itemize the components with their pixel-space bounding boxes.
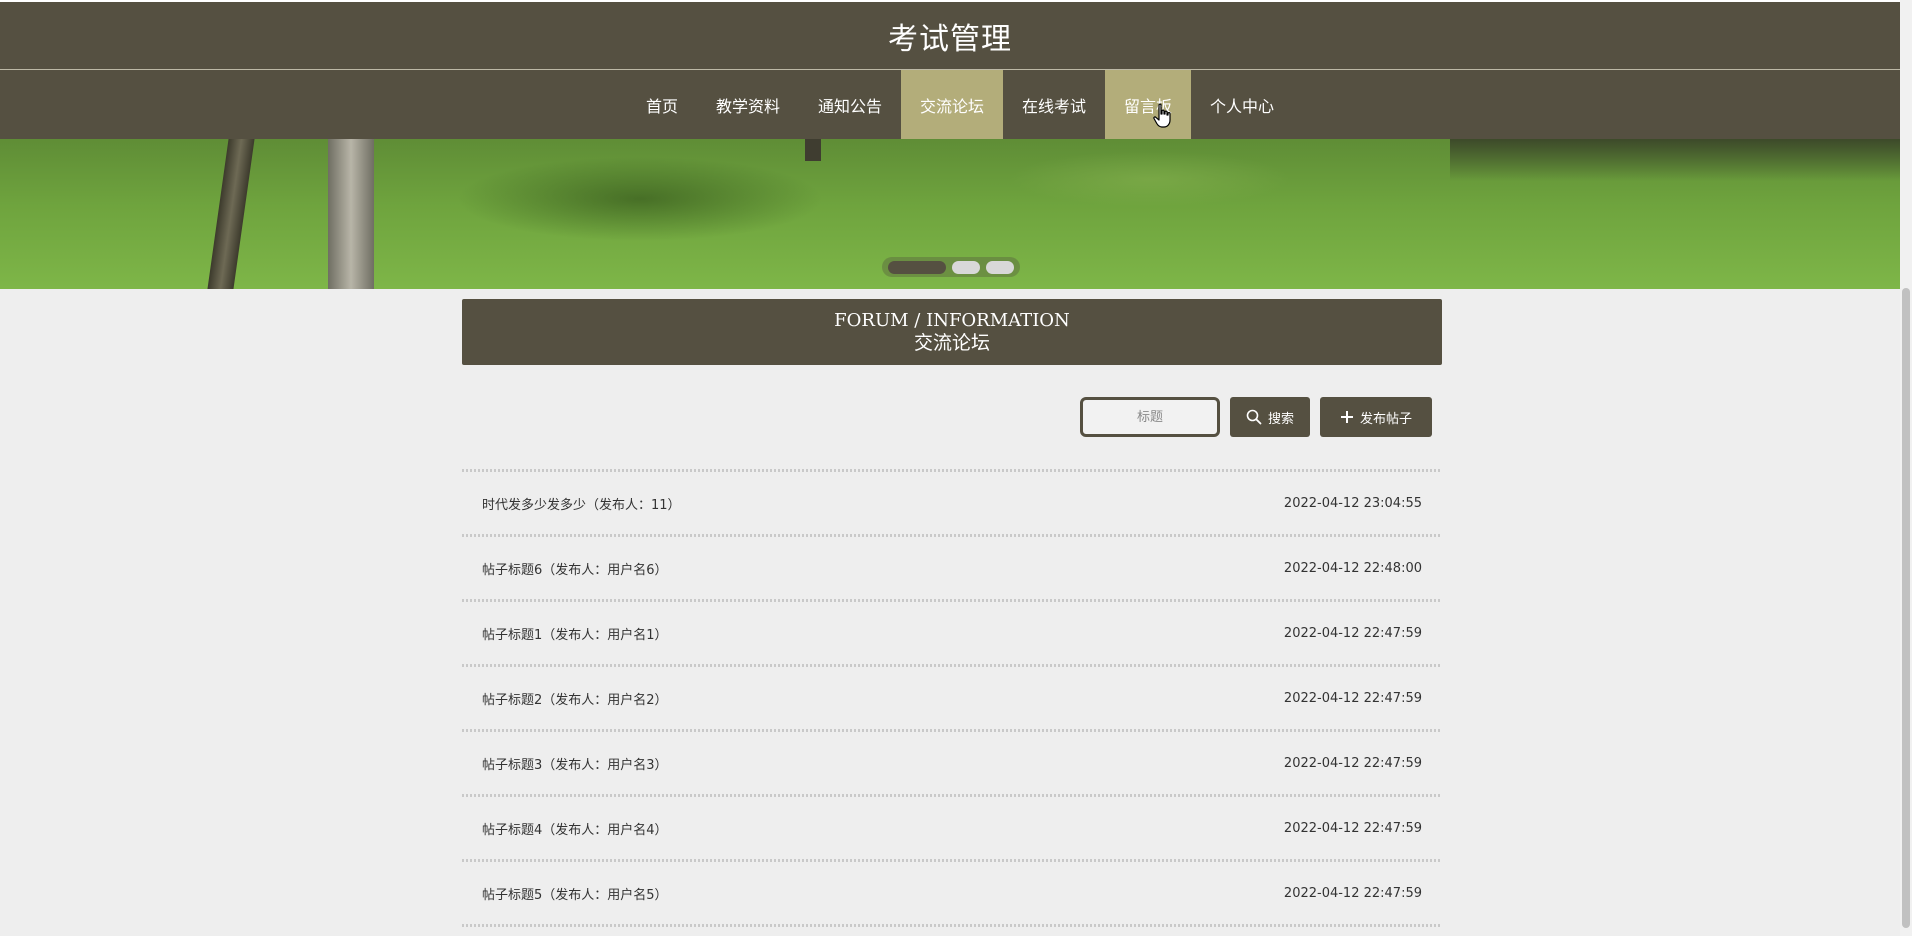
carousel-indicators — [882, 257, 1020, 277]
nav-item-label: 通知公告 — [817, 96, 882, 116]
nav-item-message-board[interactable]: 留言板 — [1105, 70, 1192, 139]
post-title: 帖子标题3（发布人：用户名3） — [482, 757, 668, 773]
nav-item-notices[interactable]: 通知公告 — [799, 70, 901, 139]
search-button[interactable]: 搜索 — [1230, 397, 1310, 437]
divider — [462, 924, 1442, 927]
post-title: 帖子标题1（发布人：用户名1） — [482, 627, 668, 643]
nav-item-label: 在线考试 — [1022, 96, 1087, 116]
post-date: 2022-04-12 22:47:59 — [1283, 885, 1422, 901]
section-title-cn: 交流论坛 — [913, 332, 990, 354]
nav-item-label: 教学资料 — [715, 96, 780, 116]
list-item[interactable]: 帖子标题4（发布人：用户名4） 2022-04-12 22:47:59 — [462, 797, 1442, 859]
page-scrollbar[interactable] — [1900, 0, 1912, 936]
list-item[interactable]: 帖子标题3（发布人：用户名3） 2022-04-12 22:47:59 — [462, 732, 1442, 794]
main-nav: 首页 教学资料 通知公告 交流论坛 在线考试 留言板 个人中心 — [0, 70, 1900, 139]
post-title: 帖子标题5（发布人：用户名5） — [482, 887, 668, 903]
hand-cursor-icon — [1153, 103, 1171, 128]
carousel-dot-3[interactable] — [986, 260, 1014, 274]
carousel-dot-2[interactable] — [952, 260, 980, 274]
post-date: 2022-04-12 23:04:55 — [1283, 495, 1422, 511]
nav-item-personal-center[interactable]: 个人中心 — [1191, 70, 1293, 139]
post-title: 帖子标题4（发布人：用户名4） — [482, 822, 668, 838]
search-button-label: 搜索 — [1267, 411, 1294, 427]
post-date: 2022-04-12 22:48:00 — [1283, 560, 1422, 576]
nav-item-teaching-materials[interactable]: 教学资料 — [697, 70, 799, 139]
section-title-box: FORUM / INFORMATION 交流论坛 — [462, 299, 1442, 365]
post-date: 2022-04-12 22:47:59 — [1283, 820, 1422, 836]
post-date: 2022-04-12 22:47:59 — [1283, 690, 1422, 706]
post-list: 时代发多少发多少（发布人：11） 2022-04-12 23:04:55 帖子标… — [462, 469, 1442, 927]
title-search-input[interactable] — [1080, 397, 1220, 437]
site-header: 考试管理 — [0, 0, 1900, 70]
list-item[interactable]: 帖子标题5（发布人：用户名5） 2022-04-12 22:47:59 — [462, 862, 1442, 924]
nav-item-label: 首页 — [645, 96, 678, 116]
page: 考试管理 首页 教学资料 通知公告 交流论坛 在线考试 留言板 个人中心 FOR… — [0, 0, 1912, 936]
post-date: 2022-04-12 22:47:59 — [1283, 755, 1422, 771]
carousel-dot-1[interactable] — [888, 260, 946, 274]
post-date: 2022-04-12 22:47:59 — [1283, 625, 1422, 641]
post-title: 帖子标题6（发布人：用户名6） — [482, 562, 668, 578]
list-item[interactable]: 帖子标题1（发布人：用户名1） 2022-04-12 22:47:59 — [462, 602, 1442, 664]
post-title: 时代发多少发多少（发布人：11） — [482, 497, 681, 513]
search-icon — [1246, 409, 1262, 425]
section-title-en: FORUM / INFORMATION — [834, 310, 1070, 331]
nav-item-label: 个人中心 — [1210, 96, 1275, 116]
nav-item-home[interactable]: 首页 — [627, 70, 697, 139]
nav-item-label: 交流论坛 — [919, 96, 984, 116]
scrollbar-thumb[interactable] — [1902, 288, 1910, 928]
publish-post-button-label: 发布帖子 — [1359, 411, 1412, 427]
list-item[interactable]: 帖子标题6（发布人：用户名6） 2022-04-12 22:48:00 — [462, 537, 1442, 599]
nav-item-forum[interactable]: 交流论坛 — [900, 70, 1003, 139]
list-item[interactable]: 帖子标题2（发布人：用户名2） 2022-04-12 22:47:59 — [462, 667, 1442, 729]
publish-post-button[interactable]: 发布帖子 — [1320, 397, 1432, 437]
nav-item-online-exam[interactable]: 在线考试 — [1003, 70, 1105, 139]
site-title: 考试管理 — [888, 21, 1012, 57]
post-title: 帖子标题2（发布人：用户名2） — [482, 692, 668, 708]
list-item[interactable]: 时代发多少发多少（发布人：11） 2022-04-12 23:04:55 — [462, 472, 1442, 534]
plus-icon — [1340, 411, 1353, 423]
